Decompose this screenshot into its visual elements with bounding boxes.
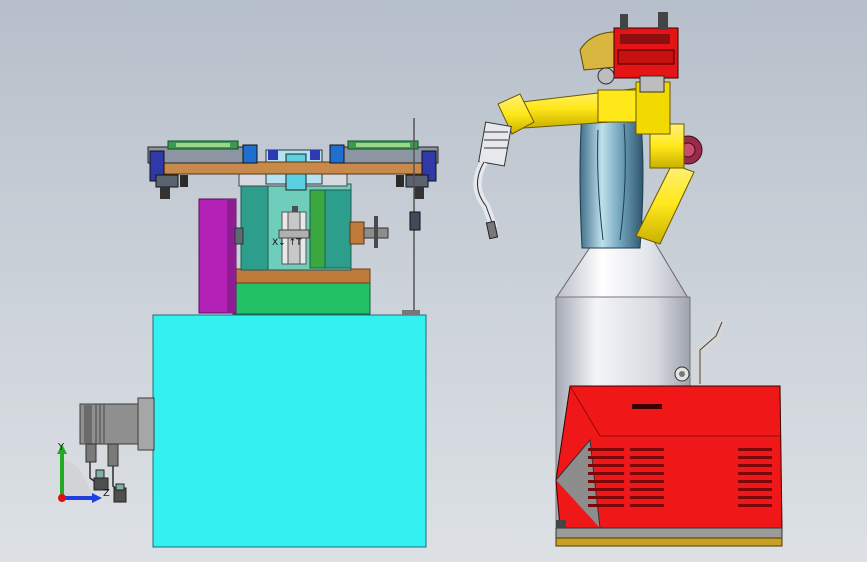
wire-feeder — [579, 12, 679, 93]
cad-viewport[interactable]: X↓ ↑T Y Z — [0, 0, 867, 562]
z-axis-label: Z — [103, 488, 110, 499]
turntable-bar — [151, 161, 435, 175]
base-cabinet — [152, 314, 427, 548]
origin-dot — [58, 494, 66, 502]
bronze-plate — [232, 268, 371, 284]
robot-body — [579, 111, 644, 249]
welding-torch — [473, 121, 512, 240]
fixture-assembly: X↓ ↑T — [79, 118, 439, 548]
y-axis-label: Y — [57, 442, 65, 453]
green-base-plate — [232, 282, 371, 315]
assembly-drawing: X↓ ↑T Y Z — [57, 12, 783, 548]
servo-motor — [79, 397, 155, 503]
slide-marking: X↓ ↑T — [272, 238, 302, 248]
robot-station — [473, 12, 783, 547]
robot-lower-arm — [635, 163, 695, 245]
